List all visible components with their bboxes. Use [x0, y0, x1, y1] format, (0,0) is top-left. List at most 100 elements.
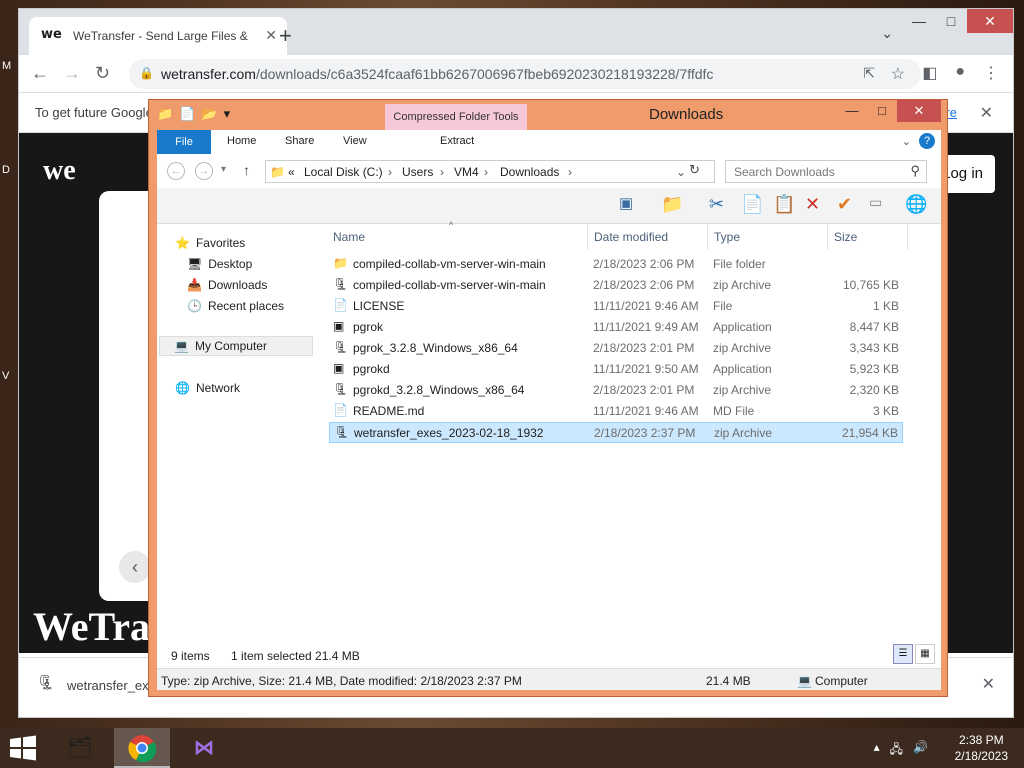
refresh-icon[interactable]: ↻	[689, 162, 700, 178]
nav-my-computer[interactable]: 💻 My Computer	[159, 336, 313, 356]
minimize-button[interactable]: —	[903, 9, 935, 33]
nav-downloads[interactable]: 📥 Downloads	[187, 278, 267, 292]
forward-icon[interactable]: →	[195, 162, 213, 180]
breadcrumb-overflow[interactable]: «	[288, 165, 295, 179]
file-row[interactable]: 🗜 compiled-collab-vm-server-win-main 2/18/…	[329, 275, 903, 296]
file-row[interactable]: 📄 README.md 11/11/2021 9:46 AM MD File 3 KB	[329, 401, 903, 422]
chevron-down-icon[interactable]: ▾	[224, 106, 231, 122]
nav-recent-places[interactable]: 🕒 Recent places	[187, 299, 284, 313]
chevron-down-icon[interactable]: ⌄	[902, 135, 911, 148]
help-icon[interactable]: ?	[919, 133, 935, 149]
breadcrumb-users[interactable]: Users	[402, 165, 433, 179]
network-status-icon[interactable]: 🖧	[890, 740, 903, 761]
share-icon[interactable]: ⇱	[863, 65, 875, 82]
cut-icon[interactable]: ✂	[709, 194, 724, 215]
forward-icon[interactable]: →	[63, 63, 81, 84]
show-hidden-icons-icon[interactable]: ▴	[874, 740, 880, 761]
folder-icon[interactable]: 📁	[157, 106, 173, 122]
breadcrumb-vm4[interactable]: VM4	[454, 165, 479, 179]
volume-icon[interactable]: 🔊	[913, 740, 928, 761]
profile-icon[interactable]: ●	[955, 63, 965, 83]
download-bar-close-icon[interactable]: ✕	[982, 674, 995, 694]
preview-pane-icon[interactable]: ▣	[619, 194, 633, 212]
globe-icon[interactable]: 🌐	[905, 194, 927, 215]
lock-icon[interactable]: 🔒	[139, 66, 154, 80]
file-row[interactable]: 🗜 pgrok_3.2.8_Windows_x86_64 2/18/2023 2:0…	[329, 338, 903, 359]
properties-icon[interactable]: 📁	[661, 194, 683, 215]
checkmark-icon[interactable]: ✔	[837, 194, 852, 215]
browser-tab[interactable]: we WeTransfer - Send Large Files & ✕	[29, 17, 287, 55]
back-icon[interactable]: ←	[31, 63, 49, 84]
visual-studio-taskbar-icon[interactable]: ⋈	[176, 728, 232, 768]
nav-favorites[interactable]: ⭐ Favorites	[175, 236, 245, 250]
up-arrow-icon[interactable]: ↑	[243, 162, 250, 178]
tab-file[interactable]: File	[157, 130, 211, 154]
window-controls: — □ ✕	[903, 9, 1013, 33]
search-icon[interactable]: ⚲	[910, 163, 920, 179]
chevron-left-icon[interactable]: ‹	[119, 551, 151, 583]
compressed-folder-tools-tab[interactable]: Compressed Folder Tools	[385, 104, 527, 130]
close-window-button[interactable]: ✕	[897, 100, 941, 122]
tab-close-icon[interactable]: ✕	[265, 27, 277, 44]
tab-extract[interactable]: Extract	[440, 135, 474, 147]
url-text[interactable]: wetransfer.com/downloads/c6a3524fcaaf61b…	[161, 66, 713, 82]
column-header-name[interactable]: Name	[333, 230, 365, 244]
paste-icon[interactable]: 📋	[773, 194, 795, 215]
delete-icon[interactable]: ✕	[805, 194, 820, 215]
new-tab-button[interactable]: +	[279, 23, 292, 49]
breadcrumb-separator[interactable]: ›	[440, 165, 444, 179]
bookmark-star-icon[interactable]: ☆	[891, 64, 905, 84]
tab-search-icon[interactable]: ⌄	[881, 25, 893, 42]
column-header-type[interactable]: Type	[714, 230, 740, 244]
tab-home[interactable]: Home	[227, 135, 256, 147]
file-row[interactable]: 🗜 pgrokd_3.2.8_Windows_x86_64 2/18/2023 2:…	[329, 380, 903, 401]
column-divider[interactable]	[907, 224, 908, 250]
back-icon[interactable]: ←	[167, 162, 185, 180]
details-view-icon[interactable]: ☰	[893, 644, 913, 664]
file-row[interactable]: 📄 LICENSE 11/11/2021 9:46 AM File 1 KB	[329, 296, 903, 317]
minimize-button[interactable]: —	[837, 100, 867, 122]
file-row[interactable]: ▣ pgrokd 11/11/2021 9:50 AM Application 5,92…	[329, 359, 903, 380]
breadcrumb[interactable]: 📁 « Local Disk (C:) › Users › VM4 › Down…	[265, 160, 715, 183]
breadcrumb-separator[interactable]: ›	[388, 165, 392, 179]
chevron-down-icon[interactable]: ⌄	[676, 165, 686, 179]
clock[interactable]: 2:38 PM 2/18/2023	[955, 732, 1008, 764]
column-divider[interactable]	[707, 224, 708, 250]
windows-start-icon[interactable]	[8, 735, 38, 761]
file-explorer-taskbar-icon[interactable]: 🗂	[52, 728, 108, 768]
new-folder-icon[interactable]: 📂	[201, 106, 217, 122]
file-type: zip Archive	[713, 383, 772, 397]
breadcrumb-separator[interactable]: ›	[568, 165, 572, 179]
maximize-button[interactable]: □	[935, 9, 967, 33]
breadcrumb-separator[interactable]: ›	[484, 165, 488, 179]
file-row[interactable]: ▣ pgrok 11/11/2021 9:49 AM Application 8,447…	[329, 317, 903, 338]
column-header-date[interactable]: Date modified	[594, 230, 668, 244]
properties-icon[interactable]: 📄	[179, 106, 195, 122]
recent-locations-icon[interactable]: ▾	[221, 164, 226, 175]
address-bar[interactable]: 🔒 wetransfer.com/downloads/c6a3524fcaaf6…	[129, 59, 921, 89]
column-divider[interactable]	[587, 224, 588, 250]
menu-icon[interactable]: ⋮	[983, 63, 999, 83]
tab-share[interactable]: Share	[285, 135, 314, 147]
download-item[interactable]: wetransfer_exe	[67, 678, 156, 693]
reload-icon[interactable]: ↻	[95, 63, 110, 84]
column-header-size[interactable]: Size	[834, 230, 857, 244]
breadcrumb-downloads[interactable]: Downloads	[500, 165, 559, 179]
nav-desktop[interactable]: 🖥 Desktop	[187, 257, 252, 271]
copy-icon[interactable]: 📄	[741, 194, 763, 215]
file-row[interactable]: 🗜 wetransfer_exes_2023-02-18_1932 2/18/202…	[329, 422, 903, 443]
maximize-button[interactable]: □	[867, 100, 897, 122]
chrome-taskbar-icon[interactable]	[114, 728, 170, 768]
nav-network[interactable]: 🌐 Network	[175, 381, 240, 395]
breadcrumb-local-disk[interactable]: Local Disk (C:)	[304, 165, 383, 179]
infobar-close-icon[interactable]: ✕	[980, 103, 993, 123]
rename-icon[interactable]: ▭	[869, 194, 882, 211]
large-icons-view-icon[interactable]: ▦	[915, 644, 935, 664]
tab-view[interactable]: View	[343, 135, 367, 147]
search-field[interactable]: Search Downloads ⚲	[725, 160, 927, 183]
close-window-button[interactable]: ✕	[967, 9, 1013, 33]
column-divider[interactable]	[827, 224, 828, 250]
wetransfer-logo[interactable]: we	[43, 155, 76, 187]
file-row[interactable]: 📁 compiled-collab-vm-server-win-main 2/18/…	[329, 254, 903, 275]
side-panel-icon[interactable]: ◧	[922, 63, 937, 83]
